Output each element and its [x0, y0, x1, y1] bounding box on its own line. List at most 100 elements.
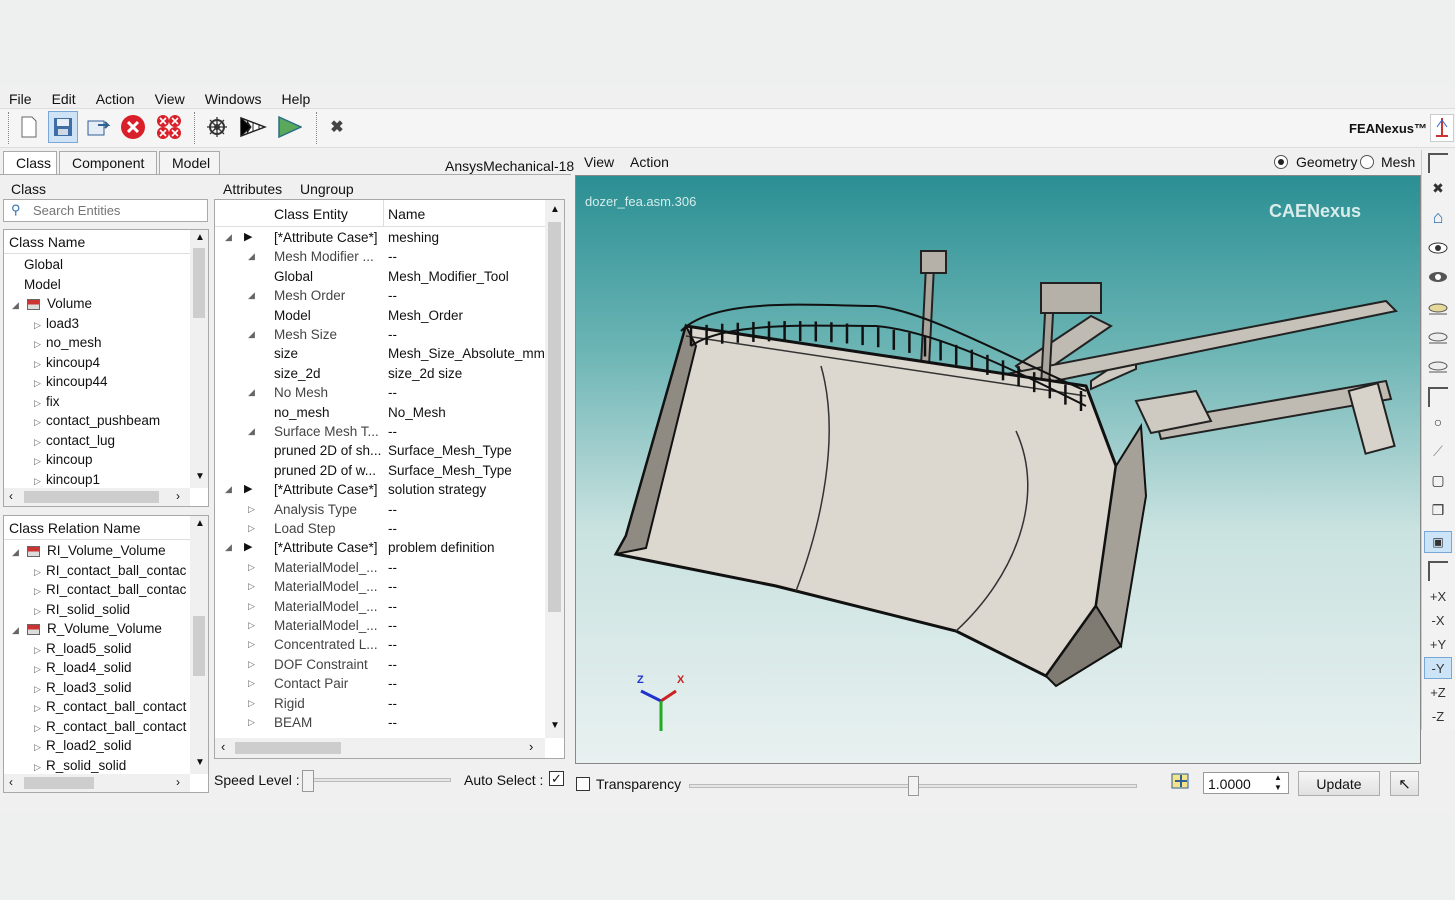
speed-slider[interactable] — [305, 778, 451, 782]
class-tree-item[interactable]: Model — [12, 275, 61, 294]
transparency-checkbox[interactable] — [576, 777, 590, 791]
attribute-row[interactable]: ◢ ▶ [*Attribute Case*] problem definition — [215, 538, 545, 557]
new-file-icon[interactable] — [14, 111, 44, 143]
close-all-icon[interactable] — [154, 111, 184, 143]
attributes-hscrollbar[interactable]: ‹ › — [215, 738, 545, 758]
collapse-arrow-icon[interactable]: ▷ — [34, 563, 46, 582]
mesh-radio[interactable] — [1360, 155, 1374, 169]
class-tree-item[interactable]: ▷ contact_lug — [34, 431, 115, 450]
attribute-row[interactable]: ▷ BEAM -- — [215, 713, 545, 732]
attribute-row[interactable]: pruned 2D of w... Surface_Mesh_Type — [215, 461, 545, 480]
view-top-icon[interactable] — [1424, 298, 1452, 320]
attribute-row[interactable]: ◢ Mesh Order -- — [215, 286, 545, 305]
menu-file[interactable]: File — [9, 91, 32, 107]
expand-arrow-icon[interactable]: ◢ — [225, 538, 237, 557]
name-column[interactable]: Name — [388, 206, 425, 222]
collapse-arrow-icon[interactable]: ▷ — [34, 641, 46, 660]
expand-arrow-icon[interactable]: ◢ — [12, 543, 24, 562]
attribute-row[interactable]: ◢ ▶ [*Attribute Case*] solution strategy — [215, 480, 545, 499]
circle-icon[interactable]: ○ — [1424, 411, 1452, 433]
collapse-arrow-icon[interactable]: ▷ — [34, 374, 46, 393]
view-axis-button[interactable]: +X — [1424, 585, 1452, 607]
menu-edit[interactable]: Edit — [52, 91, 76, 107]
search-input[interactable] — [33, 202, 203, 219]
auto-select-checkbox[interactable]: ✓ — [549, 771, 564, 786]
relation-tree-item[interactable]: ◢ R_Volume_Volume — [12, 619, 162, 638]
collapse-arrow-icon[interactable]: ▷ — [248, 674, 260, 693]
collapse-arrow-icon[interactable]: ▷ — [248, 577, 260, 596]
attribute-row[interactable]: ◢ Mesh Modifier ... -- — [215, 247, 545, 266]
attributes-menu[interactable]: Attributes — [223, 181, 282, 197]
view-side-icon[interactable] — [1424, 327, 1452, 349]
attribute-row[interactable]: ▷ DOF Constraint -- — [215, 655, 545, 674]
expand-arrow-icon[interactable]: ◢ — [248, 383, 260, 402]
class-tree-scrollbar[interactable]: ▲ ▼ — [190, 230, 208, 488]
relation-tree-item[interactable]: ▷ R_load4_solid — [34, 658, 132, 677]
collapse-arrow-icon[interactable]: ▷ — [34, 335, 46, 354]
collapse-arrow-icon[interactable]: ▷ — [34, 660, 46, 679]
tab-component[interactable]: Component — [59, 151, 157, 175]
attribute-row[interactable]: ▷ MaterialModel_... -- — [215, 577, 545, 596]
collapse-arrow-icon[interactable]: ▷ — [34, 602, 46, 621]
collapse-arrow-icon[interactable]: ▷ — [248, 694, 260, 713]
attribute-row[interactable]: Model Mesh_Order — [215, 306, 545, 325]
collapse-arrow-icon[interactable]: ▷ — [34, 394, 46, 413]
view-axis-button[interactable]: -Y — [1424, 657, 1452, 679]
collapse-arrow-icon[interactable]: ▷ — [248, 635, 260, 654]
grid-icon-2[interactable] — [1424, 386, 1452, 408]
class-tree-item[interactable]: ◢ Volume — [12, 294, 92, 313]
class-relation-header[interactable]: Class Relation Name — [4, 516, 190, 540]
relation-tree-item[interactable]: ▷ R_load2_solid — [34, 736, 132, 755]
attribute-row[interactable]: ▷ Contact Pair -- — [215, 674, 545, 693]
speed-slider-handle[interactable] — [302, 770, 314, 792]
attribute-row[interactable]: no_mesh No_Mesh — [215, 403, 545, 422]
grid-icon-3[interactable] — [1424, 560, 1452, 582]
fit-view-icon[interactable] — [1170, 771, 1192, 793]
collapse-arrow-icon[interactable]: ▷ — [248, 597, 260, 616]
class-entity-column[interactable]: Class Entity — [274, 206, 348, 222]
export-icon[interactable] — [84, 111, 114, 143]
collapse-arrow-icon[interactable]: ▷ — [248, 713, 260, 732]
menu-windows[interactable]: Windows — [205, 91, 262, 107]
save-icon[interactable] — [48, 111, 78, 143]
expand-arrow-icon[interactable]: ◢ — [248, 247, 260, 266]
expand-arrow-icon[interactable]: ◢ — [225, 480, 237, 499]
collapse-arrow-icon[interactable]: ▷ — [248, 519, 260, 538]
class-tree-item[interactable]: ▷ kincoup1 — [34, 470, 100, 488]
class-tree-hscrollbar[interactable]: ‹ › — [4, 488, 190, 506]
collapse-arrow-icon[interactable]: ▷ — [34, 699, 46, 718]
attribute-row[interactable]: ▷ Rigid -- — [215, 694, 545, 713]
grid-icon[interactable] — [1424, 152, 1452, 174]
collapse-arrow-icon[interactable]: ▷ — [34, 433, 46, 452]
attribute-row[interactable]: ▷ MaterialModel_... -- — [215, 616, 545, 635]
pointer-button[interactable]: ↖ — [1390, 771, 1419, 796]
relation-tree-item[interactable]: ◢ RI_Volume_Volume — [12, 541, 166, 560]
geometry-radio[interactable] — [1274, 155, 1288, 169]
home-icon[interactable]: ⌂ — [1424, 206, 1452, 228]
update-button[interactable]: Update — [1298, 771, 1380, 796]
collapse-icon[interactable]: ✖ — [322, 111, 352, 143]
help-box-icon[interactable]: ▣ — [1424, 531, 1452, 553]
class-tree-item[interactable]: ▷ kincoup4 — [34, 353, 100, 372]
expand-arrow-icon[interactable]: ◢ — [248, 325, 260, 344]
class-tree-item[interactable]: ▷ contact_pushbeam — [34, 411, 160, 430]
view-axis-button[interactable]: +Z — [1424, 681, 1452, 703]
collapse-arrow-icon[interactable]: ▷ — [34, 719, 46, 738]
square-icon[interactable]: ▢ — [1424, 469, 1452, 491]
class-tree-item[interactable]: ▷ fix — [34, 392, 60, 411]
scale-spinbox[interactable]: 1.0000 ▲ ▼ — [1203, 772, 1289, 794]
relation-tree-item[interactable]: ▷ R_contact_ball_contact — [34, 717, 186, 736]
attribute-row[interactable]: pruned 2D of sh... Surface_Mesh_Type — [215, 441, 545, 460]
close-red-icon[interactable] — [118, 111, 148, 143]
collapse-arrow-icon[interactable]: ▷ — [34, 582, 46, 601]
collapse-arrow-icon[interactable]: ▷ — [34, 738, 46, 757]
menu-help[interactable]: Help — [282, 91, 311, 107]
class-tree-item[interactable]: ▷ kincoup — [34, 450, 93, 469]
eye-icon[interactable] — [1424, 237, 1452, 259]
relation-tree-item[interactable]: ▷ RI_contact_ball_contac — [34, 561, 186, 580]
view-bottom-icon[interactable] — [1424, 356, 1452, 378]
class-tree-item[interactable]: ▷ load3 — [34, 314, 79, 333]
dozer-model[interactable]: Z X — [576, 176, 1421, 764]
expand-arrow-icon[interactable]: ◢ — [12, 621, 24, 640]
collapse-arrow-icon[interactable]: ▷ — [248, 500, 260, 519]
